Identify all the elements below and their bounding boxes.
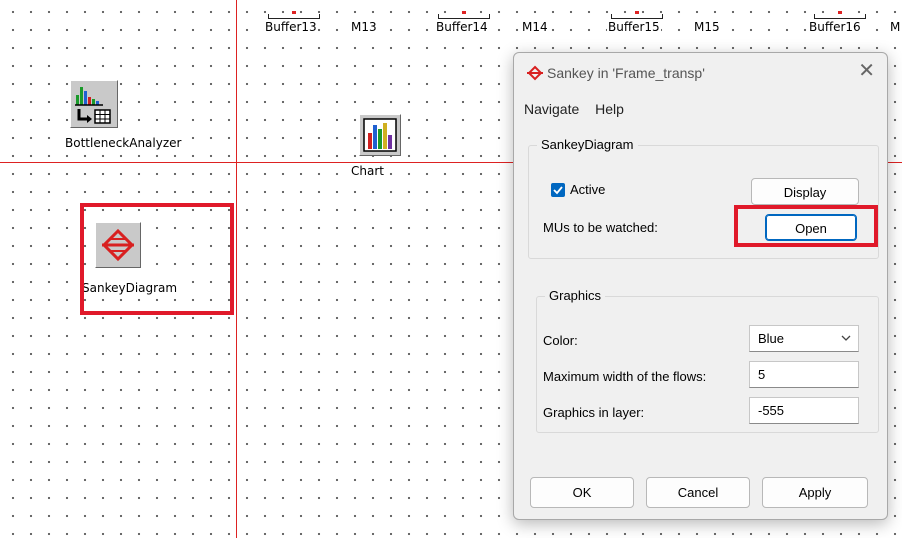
menu-navigate[interactable]: Navigate	[524, 101, 579, 117]
max-flow-width-input[interactable]: 5	[749, 361, 859, 388]
sankey-tool-highlight	[80, 203, 234, 315]
mus-to-be-watched-label: MUs to be watched:	[543, 220, 658, 235]
graphics-layer-label: Graphics in layer:	[543, 405, 645, 420]
buffer14-shape[interactable]	[438, 11, 490, 19]
vertical-guide-line	[236, 0, 237, 538]
m14-label[interactable]: M14	[521, 20, 549, 34]
dialog-menubar: Navigate Help	[524, 101, 636, 117]
display-button[interactable]: Display	[751, 178, 859, 205]
buffer15-shape[interactable]	[611, 11, 663, 19]
buffer14-label[interactable]: Buffer14	[435, 20, 489, 34]
active-label: Active	[570, 182, 606, 197]
graphics-group-title: Graphics	[545, 288, 606, 303]
bottleneck-analyzer-icon[interactable]	[70, 80, 118, 128]
buffer13-label[interactable]: Buffer13	[264, 20, 318, 34]
m15-label[interactable]: M15	[693, 20, 721, 34]
checkmark-icon	[553, 186, 563, 195]
chart-tool-label[interactable]: Chart	[350, 164, 385, 178]
max-flow-width-label: Maximum width of the flows:	[543, 369, 707, 384]
chevron-down-icon	[841, 326, 851, 359]
bottleneck-analyzer-label[interactable]: BottleneckAnalyzer	[64, 136, 183, 150]
sankey-dialog[interactable]: Sankey in 'Frame_transp' ✕ Navigate Help…	[513, 52, 888, 520]
active-checkbox[interactable]	[551, 183, 565, 197]
chart-tool-icon[interactable]	[359, 114, 401, 156]
cancel-button[interactable]: Cancel	[646, 477, 750, 508]
sankey-title-icon	[526, 65, 544, 84]
ok-button[interactable]: OK	[530, 477, 634, 508]
dialog-titlebar[interactable]: Sankey in 'Frame_transp' ✕	[514, 53, 887, 93]
color-label: Color:	[543, 333, 578, 348]
graphics-layer-input[interactable]: -555	[749, 397, 859, 424]
menu-help[interactable]: Help	[595, 101, 624, 117]
color-select[interactable]: Blue	[749, 325, 859, 352]
buffer13-shape[interactable]	[268, 11, 320, 19]
graphics-group-box: Graphics Color: Blue Maximum width of th…	[536, 288, 879, 433]
sankey-group-title: SankeyDiagram	[537, 137, 638, 152]
buffer15-label[interactable]: Buffer15	[607, 20, 661, 34]
close-icon[interactable]: ✕	[858, 61, 875, 81]
apply-button[interactable]: Apply	[762, 477, 868, 508]
dialog-title: Sankey in 'Frame_transp'	[547, 65, 705, 81]
buffer16-shape[interactable]	[814, 11, 866, 19]
color-select-value: Blue	[758, 331, 785, 346]
m16-label-partial[interactable]: M	[889, 20, 902, 34]
open-button-highlight	[734, 205, 878, 247]
m13-label[interactable]: M13	[350, 20, 378, 34]
buffer16-label[interactable]: Buffer16	[808, 20, 862, 34]
